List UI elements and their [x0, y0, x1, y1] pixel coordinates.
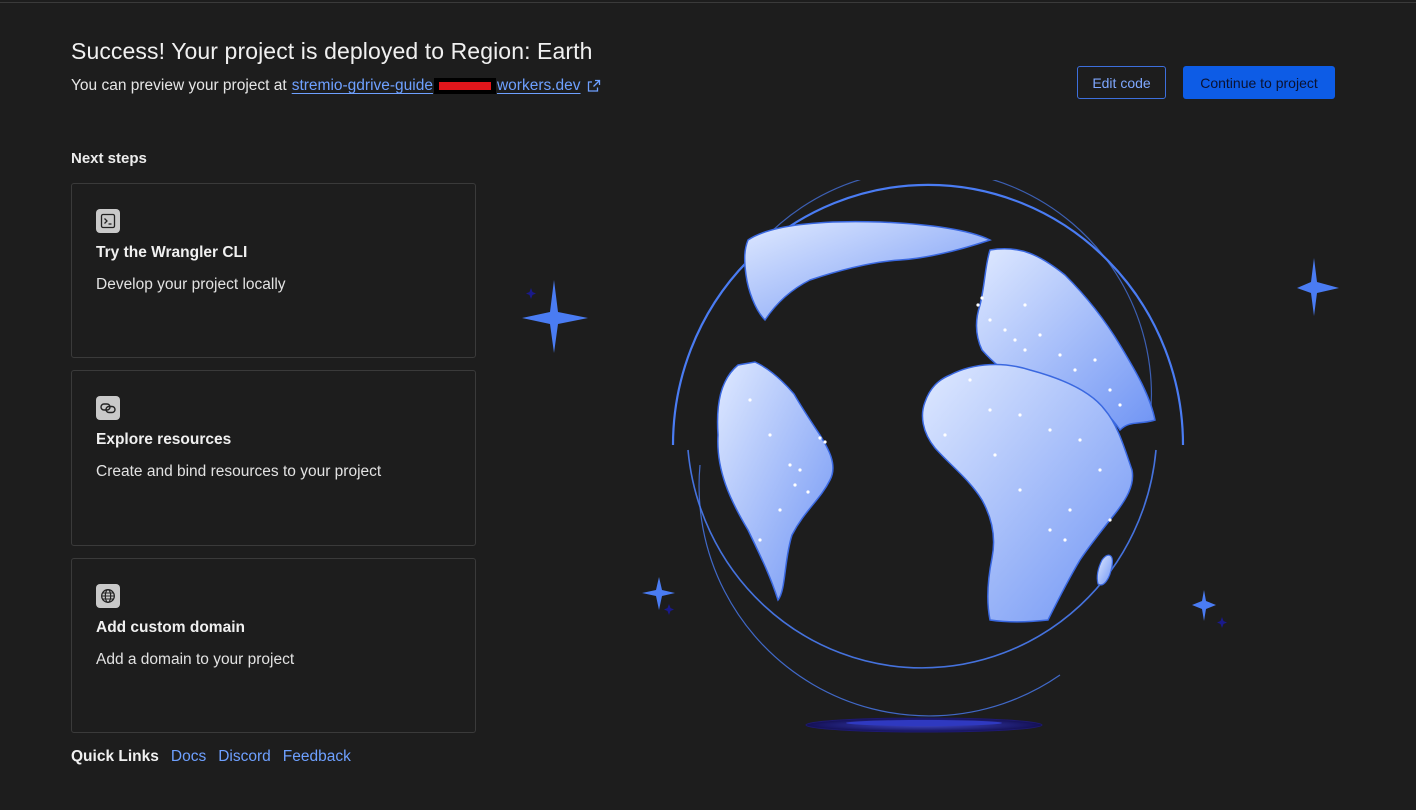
- docs-link[interactable]: Docs: [171, 748, 206, 766]
- edit-code-button[interactable]: Edit code: [1077, 66, 1166, 99]
- card-title: Try the Wrangler CLI: [96, 244, 248, 261]
- preview-prefix: You can preview your project at: [71, 77, 287, 94]
- top-divider: [0, 2, 1416, 3]
- preview-line: You can preview your project at stremio-…: [71, 77, 601, 95]
- globe-illustration: [520, 169, 1370, 740]
- discord-link[interactable]: Discord: [218, 748, 271, 766]
- card-description: Add a domain to your project: [96, 651, 295, 668]
- next-steps-heading: Next steps: [71, 150, 147, 167]
- card-description: Create and bind resources to your projec…: [96, 463, 382, 480]
- quick-links: Quick Links Docs Discord Feedback: [71, 748, 351, 766]
- preview-link-start[interactable]: stremio-gdrive-guide: [292, 77, 433, 95]
- preview-link-end[interactable]: workers.dev: [497, 77, 581, 95]
- card-explore-resources[interactable]: Explore resources Create and bind resour…: [71, 370, 476, 546]
- card-wrangler-cli[interactable]: Try the Wrangler CLI Develop your projec…: [71, 183, 476, 358]
- card-custom-domain[interactable]: Add custom domain Add a domain to your p…: [71, 558, 476, 733]
- terminal-icon: [96, 209, 120, 233]
- continent-americas: [716, 361, 834, 602]
- card-description: Develop your project locally: [96, 276, 286, 293]
- card-title: Explore resources: [96, 431, 232, 448]
- continent-north: [743, 220, 992, 322]
- page-title: Success! Your project is deployed to Reg…: [71, 38, 593, 64]
- quick-links-label: Quick Links: [71, 748, 159, 765]
- feedback-link[interactable]: Feedback: [283, 748, 351, 766]
- external-link-icon[interactable]: [587, 79, 601, 93]
- redacted-block: [433, 78, 496, 94]
- link-icon: [96, 396, 120, 420]
- card-title: Add custom domain: [96, 619, 245, 636]
- continue-to-project-button[interactable]: Continue to project: [1183, 66, 1335, 99]
- globe-icon: [96, 584, 120, 608]
- page-header: Success! Your project is deployed to Reg…: [71, 38, 601, 95]
